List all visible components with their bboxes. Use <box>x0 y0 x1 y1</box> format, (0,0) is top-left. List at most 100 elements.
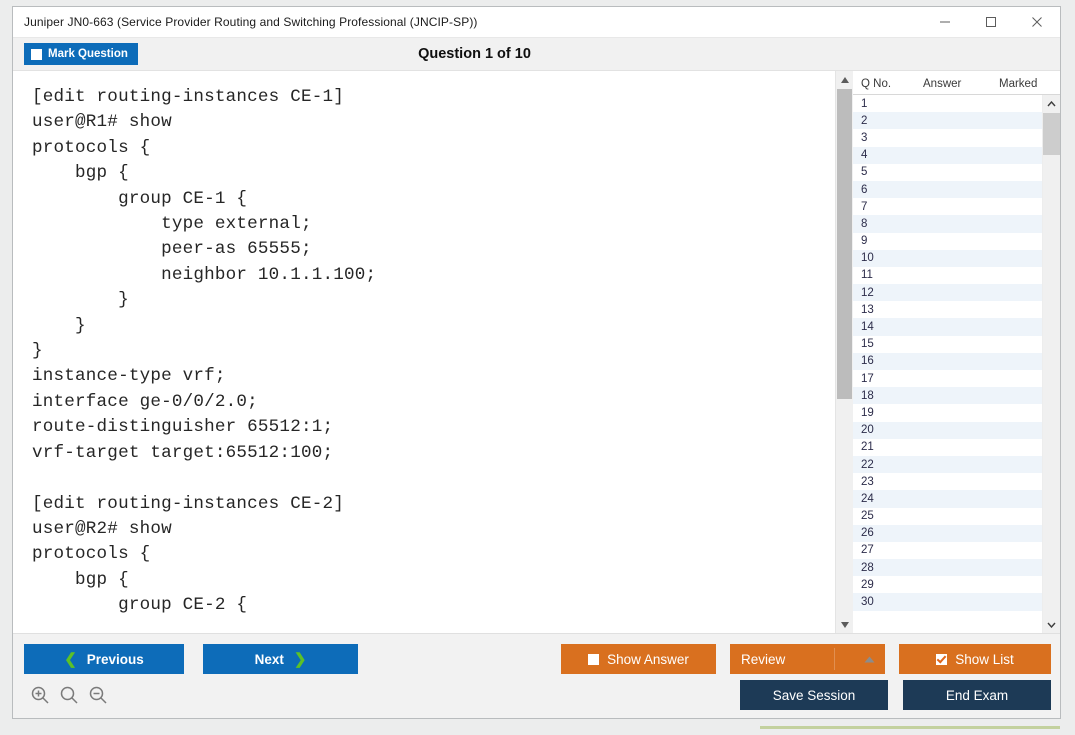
question-list-row[interactable]: 6 <box>853 181 1042 198</box>
show-answer-label: Show Answer <box>607 652 689 667</box>
question-list-row[interactable]: 11 <box>853 267 1042 284</box>
zoom-out-icon[interactable] <box>87 684 109 706</box>
question-list-row[interactable]: 10 <box>853 250 1042 267</box>
content-scrollbar-thumb[interactable] <box>837 89 852 399</box>
question-list-panel: Q No. Answer Marked 12345678910111213141… <box>853 71 1060 633</box>
question-list-row[interactable]: 4 <box>853 147 1042 164</box>
column-header-marked: Marked <box>999 78 1060 90</box>
question-list-row[interactable]: 7 <box>853 198 1042 215</box>
content-scrollbar[interactable] <box>835 71 853 633</box>
save-session-button[interactable]: Save Session <box>740 680 888 710</box>
question-list-row[interactable]: 29 <box>853 576 1042 593</box>
question-list-scrollbar[interactable] <box>1042 95 1060 633</box>
question-list-row[interactable]: 23 <box>853 473 1042 490</box>
question-list-row[interactable]: 15 <box>853 336 1042 353</box>
cell-q-no: 30 <box>853 596 923 608</box>
question-list-row[interactable]: 28 <box>853 559 1042 576</box>
title-bar: Juniper JN0-663 (Service Provider Routin… <box>13 7 1060 38</box>
zoom-reset-icon[interactable] <box>58 684 80 706</box>
end-exam-button[interactable]: End Exam <box>903 680 1051 710</box>
question-list-row[interactable]: 3 <box>853 129 1042 146</box>
header-band: Mark Question Question 1 of 10 <box>13 38 1060 71</box>
mark-question-checkbox[interactable] <box>31 49 42 60</box>
question-list-row[interactable]: 30 <box>853 593 1042 610</box>
cell-q-no: 14 <box>853 321 923 333</box>
review-divider <box>834 648 835 670</box>
question-list-row[interactable]: 27 <box>853 542 1042 559</box>
review-dropdown[interactable]: Review <box>730 644 885 674</box>
show-answer-button[interactable]: Show Answer <box>561 644 716 674</box>
cell-q-no: 19 <box>853 407 923 419</box>
cell-q-no: 18 <box>853 390 923 402</box>
cell-q-no: 4 <box>853 149 923 161</box>
question-list-row[interactable]: 18 <box>853 387 1042 404</box>
chevron-right-icon: ❯ <box>294 652 307 667</box>
question-list-row[interactable]: 2 <box>853 112 1042 129</box>
question-list-row[interactable]: 25 <box>853 508 1042 525</box>
question-list-row[interactable]: 9 <box>853 233 1042 250</box>
chevron-up-icon <box>864 644 875 674</box>
body-split: [edit routing-instances CE-1] user@R1# s… <box>13 71 1060 633</box>
cell-q-no: 7 <box>853 201 923 213</box>
cell-q-no: 9 <box>853 235 923 247</box>
show-answer-checkbox[interactable] <box>588 654 599 665</box>
cell-q-no: 23 <box>853 476 923 488</box>
question-list-scrollbar-thumb[interactable] <box>1043 113 1060 155</box>
cell-q-no: 10 <box>853 252 923 264</box>
question-content-pane: [edit routing-instances CE-1] user@R1# s… <box>13 71 835 633</box>
show-list-button[interactable]: Show List <box>899 644 1051 674</box>
question-list-row[interactable]: 14 <box>853 318 1042 335</box>
next-label: Next <box>255 652 284 667</box>
previous-label: Previous <box>87 652 144 667</box>
cell-q-no: 22 <box>853 459 923 471</box>
cell-q-no: 29 <box>853 579 923 591</box>
show-list-checkbox[interactable] <box>936 654 947 665</box>
next-button[interactable]: Next ❯ <box>203 644 358 674</box>
cell-q-no: 25 <box>853 510 923 522</box>
cell-q-no: 3 <box>853 132 923 144</box>
list-scroll-down-icon[interactable] <box>1043 616 1060 633</box>
exam-window: Juniper JN0-663 (Service Provider Routin… <box>12 6 1061 719</box>
scroll-up-icon[interactable] <box>836 71 853 88</box>
zoom-controls <box>29 680 109 710</box>
question-list-row[interactable]: 20 <box>853 422 1042 439</box>
column-header-q-no: Q No. <box>853 78 923 90</box>
cell-q-no: 20 <box>853 424 923 436</box>
question-list-row[interactable]: 24 <box>853 490 1042 507</box>
previous-button[interactable]: ❮ Previous <box>24 644 184 674</box>
list-scroll-up-icon[interactable] <box>1043 95 1060 112</box>
question-rows: 1234567891011121314151617181920212223242… <box>853 95 1042 633</box>
cell-q-no: 17 <box>853 373 923 385</box>
mark-question-label: Mark Question <box>48 48 128 60</box>
question-list-row[interactable]: 5 <box>853 164 1042 181</box>
zoom-in-icon[interactable] <box>29 684 51 706</box>
scroll-down-icon[interactable] <box>836 616 853 633</box>
question-list-header: Q No. Answer Marked <box>853 71 1060 95</box>
question-list-row[interactable]: 16 <box>853 353 1042 370</box>
cell-q-no: 27 <box>853 544 923 556</box>
question-list-row[interactable]: 17 <box>853 370 1042 387</box>
cell-q-no: 15 <box>853 338 923 350</box>
question-list-row[interactable]: 8 <box>853 215 1042 232</box>
question-list-row[interactable]: 22 <box>853 456 1042 473</box>
maximize-icon[interactable] <box>968 8 1014 37</box>
cell-q-no: 6 <box>853 184 923 196</box>
column-header-answer: Answer <box>923 78 999 90</box>
question-list-row[interactable]: 12 <box>853 284 1042 301</box>
cell-q-no: 1 <box>853 98 923 110</box>
question-list-body: 1234567891011121314151617181920212223242… <box>853 95 1060 633</box>
question-list-row[interactable]: 13 <box>853 301 1042 318</box>
question-list-row[interactable]: 26 <box>853 525 1042 542</box>
footer-toolbar: ❮ Previous Next ❯ Show Answer Review Sho… <box>13 633 1060 718</box>
minimize-icon[interactable] <box>922 8 968 37</box>
cell-q-no: 21 <box>853 441 923 453</box>
show-list-label: Show List <box>955 652 1014 667</box>
question-list-row[interactable]: 21 <box>853 439 1042 456</box>
question-list-row[interactable]: 1 <box>853 95 1042 112</box>
configuration-code: [edit routing-instances CE-1] user@R1# s… <box>13 71 835 619</box>
cell-q-no: 16 <box>853 355 923 367</box>
cell-q-no: 24 <box>853 493 923 505</box>
mark-question-button[interactable]: Mark Question <box>24 43 138 65</box>
close-icon[interactable] <box>1014 8 1060 37</box>
question-list-row[interactable]: 19 <box>853 404 1042 421</box>
